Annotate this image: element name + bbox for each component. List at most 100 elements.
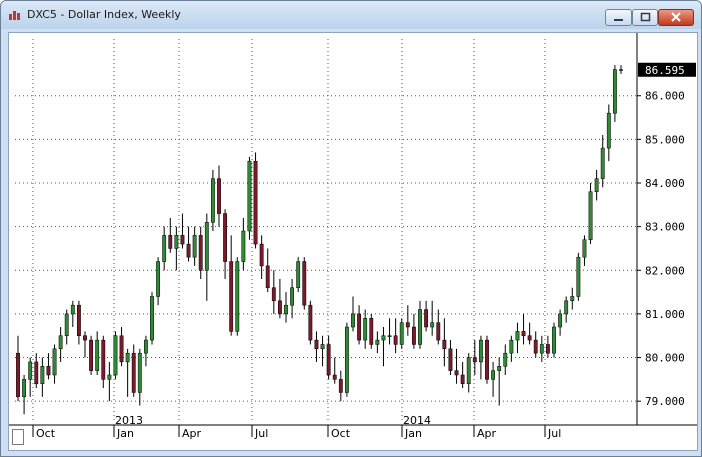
candle-up	[247, 160, 252, 232]
last-price-label: 86.595	[645, 64, 685, 77]
candle-up	[107, 374, 112, 380]
y-tick-label: 81.000	[645, 308, 685, 321]
candle-up	[210, 178, 215, 223]
candle-down	[314, 339, 319, 350]
candle-up	[70, 304, 75, 315]
candle-up	[284, 304, 288, 315]
candle-down	[472, 357, 477, 363]
candle-down	[460, 374, 465, 384]
y-tick-label: 79.000	[645, 395, 685, 408]
candle-up	[363, 318, 368, 341]
time-axis: Oct Jan Apr Jul Oct Jan Apr Jul 2013 2014	[32, 414, 561, 440]
y-tick-label: 83.000	[645, 221, 685, 234]
candles	[16, 65, 623, 415]
candle-down	[545, 344, 550, 354]
maximize-icon	[640, 12, 651, 22]
candle-up	[375, 339, 380, 345]
candle-up	[564, 300, 569, 315]
candle-down	[357, 313, 362, 341]
chart-window: DXC5 - Dollar Index, Weekly 79.000 80.000…	[0, 0, 702, 457]
candle-up	[156, 261, 161, 297]
candle-up	[235, 261, 240, 332]
x-tick-label: Jan	[404, 427, 422, 440]
candle-up	[570, 296, 575, 302]
candle-up	[344, 326, 349, 393]
candle-up	[491, 370, 496, 380]
candle-down	[424, 309, 429, 328]
candle-down	[308, 304, 313, 341]
candle-up	[600, 147, 605, 179]
candle-down	[101, 339, 106, 380]
candle-down	[277, 300, 282, 315]
chart-grid	[9, 33, 697, 426]
year-label: 2013	[115, 414, 143, 427]
candle-down	[442, 339, 447, 350]
candle-down	[46, 366, 51, 376]
candle-up	[381, 335, 386, 341]
candle-up	[52, 348, 57, 376]
candle-down	[454, 370, 459, 376]
minimize-icon	[614, 19, 623, 21]
candle-up	[58, 335, 63, 350]
candle-down	[131, 352, 136, 393]
candle-up	[162, 235, 167, 262]
candle-up	[497, 366, 502, 371]
candle-down	[16, 352, 20, 398]
title-bar[interactable]: DXC5 - Dollar Index, Weekly	[1, 1, 701, 29]
candle-up	[137, 352, 142, 393]
candle-down	[271, 287, 276, 302]
candle-down	[405, 322, 410, 328]
x-tick-label: Oct	[331, 427, 351, 440]
price-axis: 79.000 80.000 81.000 82.000 83.000 84.000 85.0…	[637, 62, 696, 408]
candle-up	[509, 339, 514, 354]
candle-up	[143, 339, 148, 354]
scroll-handle[interactable]	[12, 429, 24, 445]
candle-down	[521, 331, 526, 336]
candle-up	[582, 239, 587, 258]
x-tick-label: Jul	[547, 427, 561, 440]
candle-down	[229, 261, 234, 332]
candle-down	[253, 160, 258, 245]
candle-up	[399, 322, 404, 345]
x-tick-label: Apr	[182, 427, 202, 440]
candle-up	[478, 339, 483, 363]
candle-down	[527, 335, 532, 341]
minimize-button[interactable]	[605, 9, 632, 26]
close-icon	[671, 12, 681, 22]
candle-down	[369, 318, 374, 345]
bar-chart-icon	[9, 11, 20, 20]
candle-down	[448, 348, 453, 371]
candle-up	[558, 313, 563, 328]
candle-up	[351, 313, 355, 328]
candle-up	[192, 235, 197, 258]
candle-up	[515, 331, 520, 341]
candle-up	[387, 335, 392, 337]
candle-up	[576, 256, 581, 297]
candle-up	[552, 326, 556, 354]
maximize-button[interactable]	[632, 9, 658, 26]
candle-up	[418, 309, 422, 345]
candle-up	[466, 357, 471, 384]
candle-up	[64, 313, 69, 336]
y-tick-label: 85.000	[645, 133, 685, 146]
y-tick-label: 86.000	[645, 90, 685, 103]
window-title: DXC5 - Dollar Index, Weekly	[27, 8, 181, 21]
candle-up	[113, 335, 118, 376]
candle-up	[503, 352, 508, 367]
candle-up	[174, 235, 179, 249]
y-tick-label: 84.000	[645, 177, 685, 190]
candle-down	[186, 243, 191, 258]
candle-down	[485, 339, 489, 380]
candle-up	[594, 178, 599, 192]
candle-down	[223, 213, 228, 262]
candle-down	[217, 178, 221, 214]
candle-down	[198, 235, 203, 271]
x-tick-label: Jul	[254, 427, 268, 440]
candle-up	[606, 112, 611, 149]
candle-down	[533, 339, 538, 354]
close-button[interactable]	[658, 9, 694, 26]
x-tick-label: Apr	[477, 427, 497, 440]
y-tick-label: 82.000	[645, 264, 685, 277]
candle-down	[302, 261, 307, 306]
candle-up	[150, 296, 154, 341]
